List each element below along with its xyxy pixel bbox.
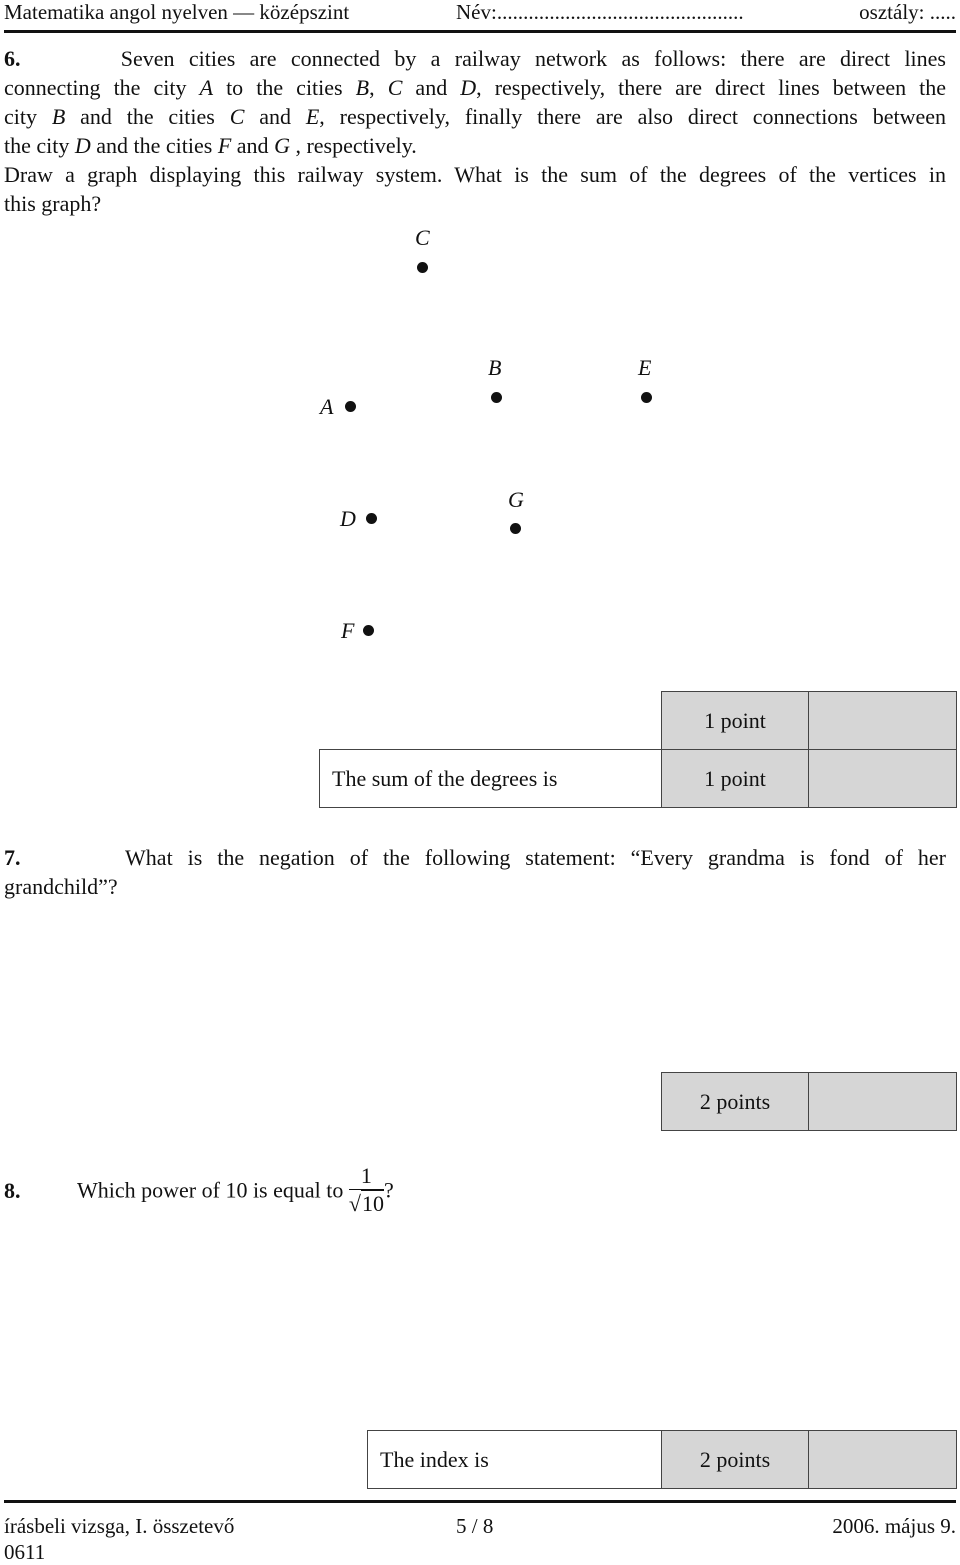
vertex-label-c: C [415, 225, 430, 250]
city-name: D [74, 133, 91, 158]
q8-answer-label: The index is [367, 1430, 662, 1489]
question-8-score-table: The index is 2 points [367, 1430, 957, 1489]
question-6-score-table: 1 point The sum of the degrees is 1 poin… [319, 691, 957, 808]
header-class-field: osztály: ..... [859, 0, 956, 24]
city-name: F [217, 133, 232, 158]
question-7-number: 7. [4, 845, 21, 870]
q6-answer-label: The sum of the degrees is [319, 749, 662, 808]
question-6-number: 6. [4, 46, 21, 71]
vertex-dot-e [641, 392, 652, 403]
question-6-line: city B and the cities C and E, respectiv… [4, 104, 946, 129]
question-7-score-table: 2 points [661, 1072, 957, 1131]
header-subject: Matematika angol nyelven — középszint [4, 0, 350, 24]
footer-rule [4, 1500, 956, 1503]
city-name: B [355, 75, 370, 100]
city-name: D [460, 75, 477, 100]
vertex-label-d: D [340, 506, 356, 531]
q8-points-cell: 2 points [661, 1430, 809, 1489]
question-6-line: the city D and the cities F and G , resp… [4, 133, 417, 158]
q7-points-cell: 2 points [661, 1072, 809, 1131]
question-6-line: Draw a graph displaying this railway sys… [4, 162, 946, 187]
page-number: 5 / 8 [456, 1514, 494, 1538]
q6-points-cell-2: 1 point [661, 749, 809, 808]
city-name: A [199, 75, 214, 100]
footer-exam-part: írásbeli vizsga, I. összetevő [4, 1514, 235, 1538]
vertex-dot-a [345, 401, 356, 412]
exam-date: 2006. május 9. [832, 1514, 956, 1538]
vertex-label-f: F [341, 618, 355, 643]
vertex-dot-g [510, 523, 521, 534]
vertex-dot-c [417, 262, 428, 273]
page-header: Matematika angol nyelven — középszint Né… [4, 0, 956, 30]
fraction-one-over-sqrt-ten: 1 √10 [348, 1163, 384, 1216]
city-name: C [229, 104, 245, 129]
city-name: E [305, 104, 320, 129]
vertex-dot-b [491, 392, 502, 403]
question-6-text: 6. Seven cities are connected by a railw… [4, 44, 946, 218]
vertex-dot-f [363, 625, 374, 636]
q7-score-box [808, 1072, 957, 1131]
square-root-sign: √10 [348, 1190, 384, 1216]
vertex-dot-d [366, 513, 377, 524]
question-8-number: 8. [4, 1177, 21, 1203]
vertex-label-g: G [508, 487, 524, 512]
vertex-label-e: E [638, 355, 652, 380]
question-6-line: connecting the city A to the cities B, C… [4, 75, 947, 100]
city-name: G [274, 133, 290, 158]
header-rule [4, 30, 956, 33]
question-8-text: 8. Which power of 10 is equal to 1 √10 ? [4, 1163, 394, 1216]
city-name: B [51, 104, 66, 129]
q6-points-cell-1: 1 point [661, 691, 809, 750]
question-7-text: 7. What is the negation of the following… [4, 845, 946, 899]
question-6-line: 6. Seven cities are connected by a railw… [4, 46, 946, 71]
vertex-label-b: B [488, 355, 502, 380]
footer-exam-code: 0611 [4, 1540, 46, 1564]
vertex-label-a: A [320, 394, 334, 419]
question-6-line: this graph? [4, 191, 102, 216]
q6-score-box-1 [808, 691, 957, 750]
header-name-field: Név:....................................… [456, 0, 744, 24]
city-name: C [387, 75, 403, 100]
q6-score-box-2 [808, 749, 957, 808]
q8-score-box [808, 1430, 957, 1489]
